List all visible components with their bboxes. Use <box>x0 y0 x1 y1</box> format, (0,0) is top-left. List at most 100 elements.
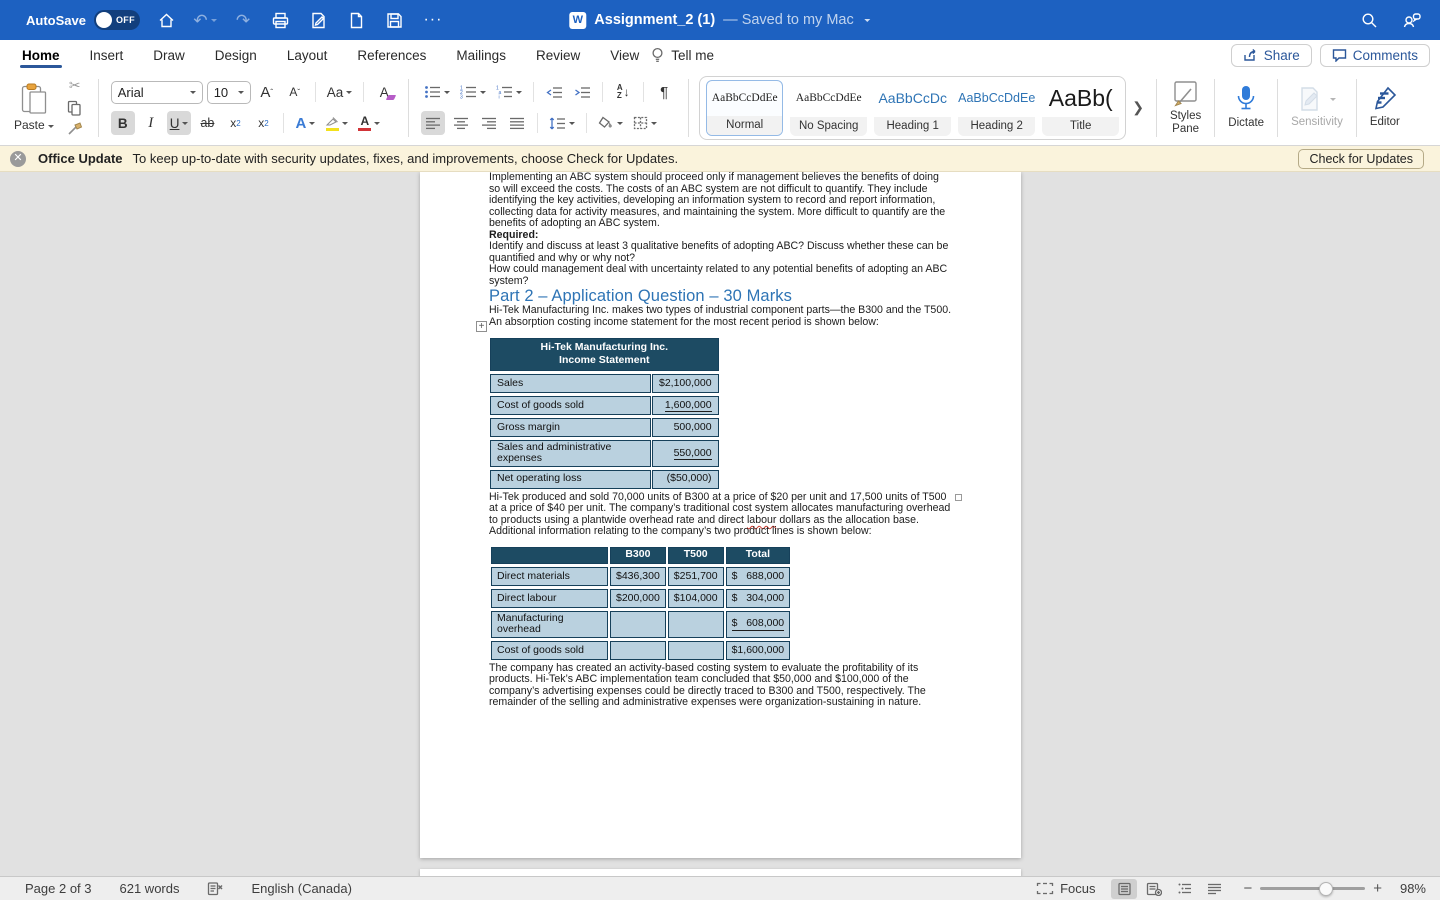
word-count[interactable]: 621 words <box>120 881 180 896</box>
zoom-slider-thumb[interactable] <box>1319 882 1333 896</box>
highlight-button[interactable] <box>322 111 351 135</box>
document-title[interactable]: Assignment_2 (1) <box>594 12 715 28</box>
subscript-button[interactable]: x2 <box>223 111 247 135</box>
language-selector[interactable]: English (Canada) <box>251 881 351 896</box>
table-move-handle[interactable]: + <box>476 321 487 332</box>
sort-button[interactable]: AZ↓ <box>611 80 635 104</box>
style-card-no-spacing[interactable]: AaBbCcDdEeNo Spacing <box>790 80 867 136</box>
save-icon[interactable] <box>384 9 406 31</box>
immersive-reader-view-button[interactable] <box>1141 879 1167 899</box>
style-card-normal[interactable]: AaBbCcDdEeNormal <box>706 80 783 136</box>
change-case-button[interactable]: Aa <box>324 80 356 104</box>
product-col-header <box>491 547 608 564</box>
total-dollar-sign: $ <box>732 571 738 582</box>
total-dollar-sign: $ <box>732 593 738 604</box>
show-paragraph-marks-button[interactable]: ¶ <box>652 80 676 104</box>
tab-references[interactable]: References <box>357 43 426 67</box>
multilevel-list-button[interactable]: 1ai <box>493 80 525 104</box>
share-button[interactable]: Share <box>1231 44 1312 67</box>
bullets-button[interactable] <box>421 80 453 104</box>
font-color-button[interactable]: A <box>355 111 383 135</box>
justify-button[interactable] <box>505 111 529 135</box>
styles-pane-icon <box>1171 79 1201 107</box>
ribbon-tabs: Home Insert Draw Design Layout References Mail… <box>0 43 639 67</box>
proofing-status-icon[interactable] <box>207 881 223 896</box>
superscript-button[interactable]: x2 <box>251 111 275 135</box>
tab-home[interactable]: Home <box>22 43 60 67</box>
cut-icon[interactable]: ✂ <box>64 78 86 94</box>
font-size-select[interactable]: 10 <box>207 81 251 104</box>
autosave-state: OFF <box>116 15 135 25</box>
editor-button[interactable]: Editor <box>1357 70 1413 145</box>
redo-icon[interactable]: ↷ <box>232 9 254 31</box>
clear-formatting-button[interactable]: A <box>372 80 396 104</box>
italic-button[interactable]: I <box>139 111 163 135</box>
banner-close-icon[interactable]: ✕ <box>10 151 26 167</box>
check-for-updates-button[interactable]: Check for Updates <box>1298 149 1424 169</box>
text-effects-button[interactable]: A <box>292 111 318 135</box>
styles-gallery-more-icon[interactable]: ❯ <box>1130 99 1146 116</box>
increase-indent-button[interactable] <box>570 80 594 104</box>
tab-draw[interactable]: Draw <box>153 43 185 67</box>
more-commands-icon[interactable]: ··· <box>422 9 444 31</box>
comments-button[interactable]: Comments <box>1320 44 1430 67</box>
zoom-out-button[interactable]: − <box>1243 881 1252 896</box>
save-as-icon[interactable] <box>308 9 330 31</box>
tab-layout[interactable]: Layout <box>287 43 328 67</box>
zoom-slider[interactable] <box>1260 887 1365 890</box>
undo-icon[interactable]: ↶ <box>194 9 216 31</box>
tell-me[interactable]: Tell me <box>651 47 714 64</box>
draft-view-button[interactable] <box>1201 879 1227 899</box>
tab-mailings[interactable]: Mailings <box>456 43 506 67</box>
line-spacing-button[interactable] <box>546 111 578 135</box>
format-painter-icon[interactable] <box>64 122 86 138</box>
underline-button[interactable]: U <box>167 111 192 135</box>
autosave-toggle[interactable]: AutoSave OFF <box>26 10 140 30</box>
dictate-button[interactable]: Dictate <box>1215 70 1277 145</box>
style-card-heading-2[interactable]: AaBbCcDdEeHeading 2 <box>958 80 1035 136</box>
decrease-indent-button[interactable] <box>542 80 566 104</box>
focus-mode-button[interactable]: Focus <box>1036 881 1095 896</box>
zoom-percentage[interactable]: 98% <box>1390 881 1426 896</box>
title-chevron-icon[interactable] <box>865 19 871 25</box>
font-name-select[interactable]: Arial <box>111 81 203 104</box>
styles-pane-button[interactable]: StylesPane <box>1157 70 1214 145</box>
paste-button[interactable]: Paste <box>0 70 64 145</box>
outline-view-button[interactable] <box>1171 879 1197 899</box>
print-layout-view-button[interactable] <box>1111 879 1137 899</box>
saved-status[interactable]: — Saved to my Mac <box>723 12 854 28</box>
product-row-label: Manufacturing overhead <box>491 611 608 638</box>
banner-message: To keep up-to-date with security updates… <box>133 151 679 166</box>
shading-button[interactable] <box>595 111 626 135</box>
search-icon[interactable] <box>1358 9 1380 31</box>
tab-insert[interactable]: Insert <box>90 43 124 67</box>
tab-view[interactable]: View <box>610 43 639 67</box>
product-total: $1,600,000 <box>732 645 785 656</box>
shrink-font-button[interactable]: Aˇ <box>283 80 307 104</box>
align-center-button[interactable] <box>449 111 473 135</box>
align-right-button[interactable] <box>477 111 501 135</box>
feedback-icon[interactable] <box>1400 9 1422 31</box>
document-page[interactable]: Implementing an ABC system should procee… <box>420 172 1021 858</box>
income-row-label: Sales and administrative expenses <box>490 440 651 467</box>
strikethrough-button[interactable]: ab <box>195 111 219 135</box>
style-card-heading-1[interactable]: AaBbCcDcHeading 1 <box>874 80 951 136</box>
print-icon[interactable] <box>270 9 292 31</box>
grow-font-button[interactable]: Aˆ <box>255 80 279 104</box>
table-resize-handle[interactable] <box>955 494 962 501</box>
product-lines-table[interactable]: B300T500Total Direct materials$436,300$2… <box>489 544 792 663</box>
numbering-button[interactable]: 123 <box>457 80 489 104</box>
income-statement-table[interactable]: Hi-Tek Manufacturing Inc. Income Stateme… <box>489 335 720 492</box>
zoom-in-button[interactable]: + <box>1373 881 1382 896</box>
align-left-button[interactable] <box>421 111 445 135</box>
new-document-icon[interactable] <box>346 9 368 31</box>
copy-icon[interactable] <box>64 100 86 116</box>
borders-button[interactable] <box>630 111 660 135</box>
tab-design[interactable]: Design <box>215 43 257 67</box>
home-icon[interactable] <box>156 9 178 31</box>
autosave-switch[interactable]: OFF <box>94 10 140 30</box>
bold-button[interactable]: B <box>111 111 135 135</box>
style-card-title[interactable]: AaBb(Title <box>1042 80 1119 136</box>
page-indicator[interactable]: Page 2 of 3 <box>25 881 92 896</box>
tab-review[interactable]: Review <box>536 43 580 67</box>
